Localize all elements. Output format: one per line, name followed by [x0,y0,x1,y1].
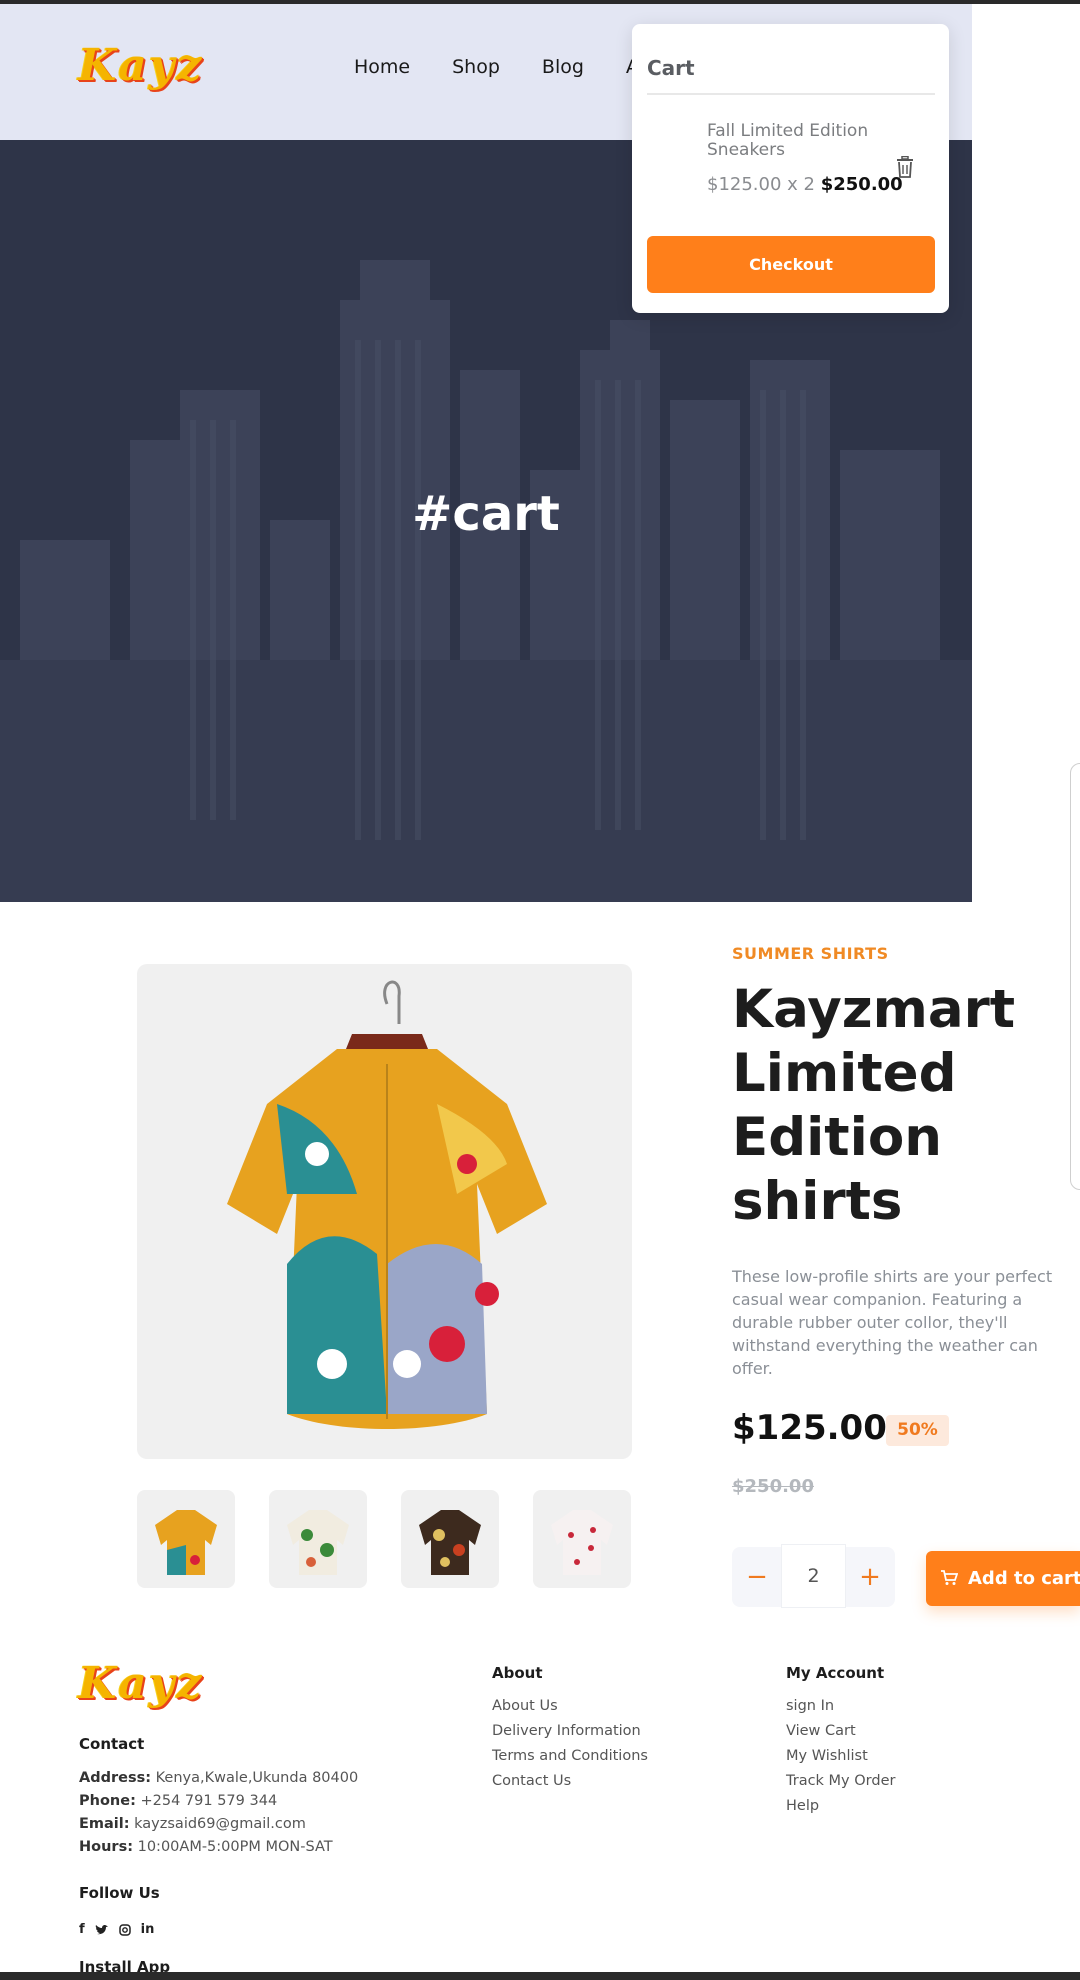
instagram-icon[interactable] [118,1923,131,1936]
cart-popup: Cart Fall Limited Edition Sneakers $125.… [632,24,949,313]
cart-item-total: $250.00 [820,174,903,195]
wishlist-link[interactable]: My Wishlist [786,1748,868,1764]
logo-text: Kayz [78,40,204,91]
nav-home[interactable]: Home [354,56,410,78]
product-category: SUMMER SHIRTS [732,944,889,963]
terms-link[interactable]: Terms and Conditions [492,1748,648,1764]
add-to-cart-label: Add to cart [968,1568,1080,1589]
my-account-heading: My Account [786,1664,885,1682]
side-panel-edge[interactable] [1070,763,1080,1190]
quantity-stepper: − + [732,1545,895,1607]
product-description: These low-profile shirts are your perfec… [732,1267,1053,1378]
cart-item-name: Fall Limited Edition Sneakers [707,121,869,160]
hours-value: 10:00AM-5:00PM MON-SAT [137,1839,333,1855]
facebook-icon[interactable]: f [79,1922,85,1937]
logo-text: Kayz [78,1658,204,1709]
contact-heading: Contact [79,1735,145,1753]
bottom-border [0,1972,1080,1980]
view-cart-link[interactable]: View Cart [786,1723,856,1739]
social-links: f in [79,1922,154,1937]
about-us-link[interactable]: About Us [492,1698,558,1714]
brand-logo[interactable]: Kayz [78,40,203,91]
email-label: Email: [79,1816,130,1832]
green-leaf-shirt-icon [287,1510,349,1575]
cart-item-unit: $125.00 x 2 [707,174,815,195]
cart-item-price: $125.00 x 2 $250.00 [707,174,903,195]
delivery-information-link[interactable]: Delivery Information [492,1723,641,1739]
decrease-quantity-button[interactable]: − [732,1547,782,1607]
colorful-shirt-icon [155,1510,217,1575]
product-title: Kayzmart Limited Edition shirts [732,979,1016,1232]
phone-value: +254 791 579 344 [140,1793,278,1809]
thumbnail-3[interactable] [401,1490,499,1588]
dark-floral-shirt-icon [419,1510,481,1575]
red-flower-shirt-icon [551,1510,613,1575]
thumbnail-1[interactable] [137,1490,235,1588]
thumbnail-2[interactable] [269,1490,367,1588]
discount-badge: 50% [886,1415,949,1446]
product-main-image[interactable] [137,964,632,1459]
email-value: kayzsaid69@gmail.com [134,1816,306,1832]
hero-title: #cart [412,486,560,542]
contact-hours: Hours: 10:00AM-5:00PM MON-SAT [79,1839,333,1855]
nav-bar: Home Shop Blog About [354,56,634,86]
increase-quantity-button[interactable]: + [845,1547,895,1607]
contact-email: Email: kayzsaid69@gmail.com [79,1816,306,1832]
add-to-cart-button[interactable]: Add to cart [926,1551,1080,1606]
contact-us-link[interactable]: Contact Us [492,1773,571,1789]
colorful-shirt-icon [227,980,547,1429]
address-label: Address: [79,1770,152,1786]
old-price: $250.00 [732,1476,814,1497]
shopping-cart-icon [941,1570,958,1585]
twitter-icon[interactable] [95,1924,109,1936]
linkedin-icon[interactable]: in [141,1922,155,1937]
follow-heading: Follow Us [79,1884,160,1902]
checkout-button[interactable]: Checkout [647,236,935,293]
phone-label: Phone: [79,1793,136,1809]
address-value: Kenya,Kwale,Ukunda 80400 [155,1770,359,1786]
cart-title: Cart [647,56,695,80]
quantity-input[interactable] [782,1545,845,1607]
nav-shop[interactable]: Shop [452,56,500,78]
footer-logo[interactable]: Kayz [78,1658,203,1709]
about-heading: About [492,1664,543,1682]
contact-phone: Phone: +254 791 579 344 [79,1793,277,1809]
product-price: $125.00 [732,1408,887,1448]
nav-blog[interactable]: Blog [542,56,584,78]
hours-label: Hours: [79,1839,133,1855]
trash-icon[interactable] [896,156,914,178]
sign-in-link[interactable]: sign In [786,1698,834,1714]
help-link[interactable]: Help [786,1798,819,1814]
divider [647,93,935,95]
track-order-link[interactable]: Track My Order [786,1773,895,1789]
contact-address: Address: Kenya,Kwale,Ukunda 80400 [79,1770,358,1786]
thumbnail-4[interactable] [533,1490,631,1588]
